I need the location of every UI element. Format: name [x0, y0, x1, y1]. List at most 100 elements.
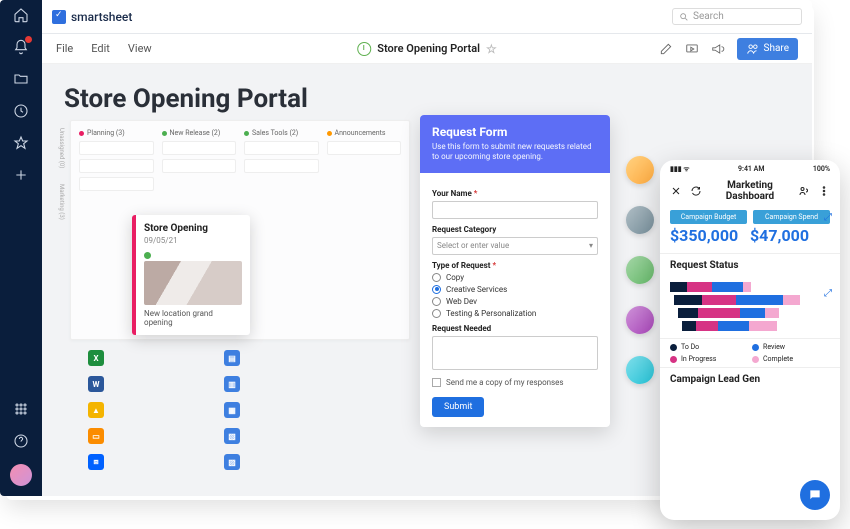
- card-image: [144, 261, 242, 305]
- people-icon[interactable]: [798, 185, 810, 197]
- request-needed-textarea[interactable]: [432, 336, 598, 370]
- chart-legend: To Do Review In Progress Complete: [660, 338, 840, 367]
- chart-bar: [682, 321, 830, 331]
- form-file-icon[interactable]: ▧: [224, 428, 240, 444]
- copy-checkbox-row[interactable]: Send me a copy of my responses: [432, 378, 598, 387]
- folder-icon[interactable]: [12, 70, 30, 88]
- menu-file[interactable]: File: [56, 42, 73, 55]
- legend-swatch-icon: [752, 356, 759, 363]
- page-title: Store Opening Portal: [64, 84, 790, 114]
- avatar[interactable]: [626, 206, 654, 234]
- avatar[interactable]: [626, 256, 654, 284]
- search-input[interactable]: Search: [672, 8, 802, 25]
- chat-fab[interactable]: [800, 480, 830, 510]
- chart-bar: [674, 295, 830, 305]
- section-title: Campaign Lead Gen: [660, 367, 840, 389]
- apps-icon[interactable]: [12, 400, 30, 418]
- submit-button[interactable]: Submit: [432, 397, 484, 417]
- avatar[interactable]: [626, 306, 654, 334]
- request-status-chart: [660, 275, 840, 338]
- collaborator-avatars: [626, 156, 654, 384]
- name-input[interactable]: [432, 201, 598, 219]
- template-file-icon[interactable]: ▨: [224, 454, 240, 470]
- menu-view[interactable]: View: [128, 42, 152, 55]
- avatar[interactable]: [626, 156, 654, 184]
- type-radio[interactable]: Creative Services: [432, 285, 598, 294]
- legend-swatch-icon: [670, 344, 677, 351]
- menu-edit[interactable]: Edit: [91, 42, 110, 55]
- radio-icon: [432, 309, 441, 318]
- report-file-icon[interactable]: ▥: [224, 376, 240, 392]
- chart-bar: [670, 282, 830, 292]
- status-dot-icon: [144, 252, 151, 259]
- radio-icon: [432, 285, 441, 294]
- card-title: Store Opening: [144, 223, 242, 234]
- home-icon[interactable]: [12, 6, 30, 24]
- favorite-star-icon[interactable]: ☆: [486, 42, 497, 56]
- metric-value: $47,000: [750, 226, 830, 245]
- search-icon: [679, 12, 689, 22]
- brand-name: smartsheet: [71, 10, 132, 24]
- section-title: Request Status: [660, 253, 840, 275]
- radio-icon: [432, 273, 441, 282]
- announce-icon[interactable]: [711, 42, 725, 56]
- dropbox-file-icon[interactable]: ⧈: [88, 454, 104, 470]
- type-radio[interactable]: Testing & Personalization: [432, 309, 598, 318]
- gdrive-file-icon[interactable]: ▲: [88, 402, 104, 418]
- top-bar: smartsheet Search: [42, 0, 812, 34]
- mobile-preview: ▮▮▮ ᯤ 9:41 AM 100% Marketing Dashboard ⤢…: [660, 160, 840, 520]
- sheet-file-icon[interactable]: ▤: [224, 350, 240, 366]
- activity-icon: [357, 42, 371, 56]
- expand-icon[interactable]: ⤢: [824, 288, 832, 299]
- share-button[interactable]: Share: [737, 38, 798, 60]
- legend-item: To Do: [670, 343, 740, 351]
- brand[interactable]: smartsheet: [52, 10, 132, 24]
- legend-item: Review: [752, 343, 822, 351]
- radio-icon: [432, 297, 441, 306]
- refresh-icon[interactable]: [690, 185, 702, 197]
- favorites-icon[interactable]: [12, 134, 30, 152]
- legend-item: In Progress: [670, 355, 740, 363]
- present-icon[interactable]: [685, 42, 699, 56]
- expand-icon[interactable]: ⤢: [824, 212, 832, 223]
- left-nav-rail: [0, 0, 42, 496]
- add-icon[interactable]: [12, 166, 30, 184]
- notifications-icon[interactable]: [12, 38, 30, 56]
- signal-icon: ▮▮▮ ᯤ: [670, 165, 690, 174]
- menu-bar: File Edit View Store Opening Portal ☆ Sh…: [42, 34, 812, 64]
- slides-file-icon[interactable]: ▭: [88, 428, 104, 444]
- user-avatar[interactable]: [10, 464, 32, 486]
- legend-swatch-icon: [670, 356, 677, 363]
- chat-icon: [808, 488, 822, 502]
- card-date: 09/05/21: [144, 236, 242, 245]
- doc-title[interactable]: Store Opening Portal: [377, 42, 480, 55]
- chevron-down-icon: ▾: [589, 241, 593, 250]
- form-header: Request Form Use this form to submit new…: [420, 115, 610, 173]
- close-icon[interactable]: [670, 185, 682, 197]
- help-icon[interactable]: [12, 432, 30, 450]
- recent-icon[interactable]: [12, 102, 30, 120]
- word-file-icon[interactable]: W: [88, 376, 104, 392]
- more-icon[interactable]: [818, 185, 830, 197]
- phone-title: Marketing Dashboard: [710, 180, 790, 202]
- legend-item: Complete: [752, 355, 822, 363]
- notification-badge: [25, 36, 32, 43]
- card-detail-popup[interactable]: Store Opening 09/05/21 New location gran…: [132, 215, 250, 335]
- edit-icon[interactable]: [659, 42, 673, 56]
- metric-header: Campaign Spend: [753, 210, 830, 224]
- checkbox-icon: [432, 378, 441, 387]
- file-links: X W ▲ ▭ ⧈ ▤ ▥ ▦ ▧ ▨: [88, 350, 240, 470]
- card-caption: New location grand opening: [144, 309, 242, 327]
- dashboard-file-icon[interactable]: ▦: [224, 402, 240, 418]
- metric-value: $350,000: [670, 226, 750, 245]
- type-radio[interactable]: Web Dev: [432, 297, 598, 306]
- kanban-row-labels: Unassigned (0) Marketing (3): [58, 128, 65, 220]
- legend-swatch-icon: [752, 344, 759, 351]
- chart-bar: [678, 308, 830, 318]
- phone-status-bar: ▮▮▮ ᯤ 9:41 AM 100%: [660, 160, 840, 176]
- excel-file-icon[interactable]: X: [88, 350, 104, 366]
- avatar[interactable]: [626, 356, 654, 384]
- type-radio[interactable]: Copy: [432, 273, 598, 282]
- category-select[interactable]: Select or enter value▾: [432, 237, 598, 255]
- brand-logo-icon: [52, 10, 66, 24]
